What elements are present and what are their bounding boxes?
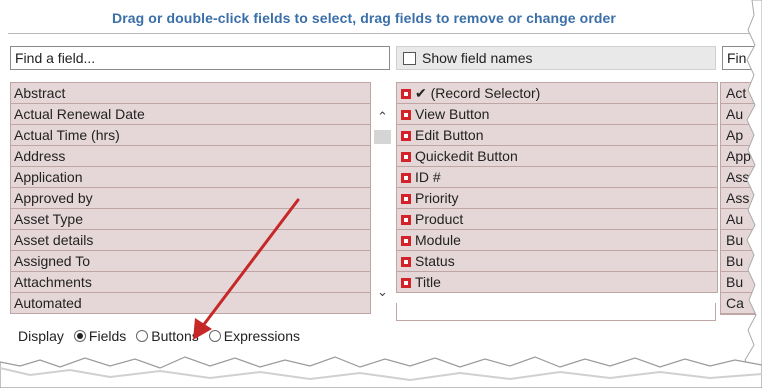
torn-edge-right [744, 0, 762, 388]
annotation-arrow [0, 0, 762, 388]
field-chooser-panel: Drag or double-click fields to select, d… [0, 0, 762, 388]
